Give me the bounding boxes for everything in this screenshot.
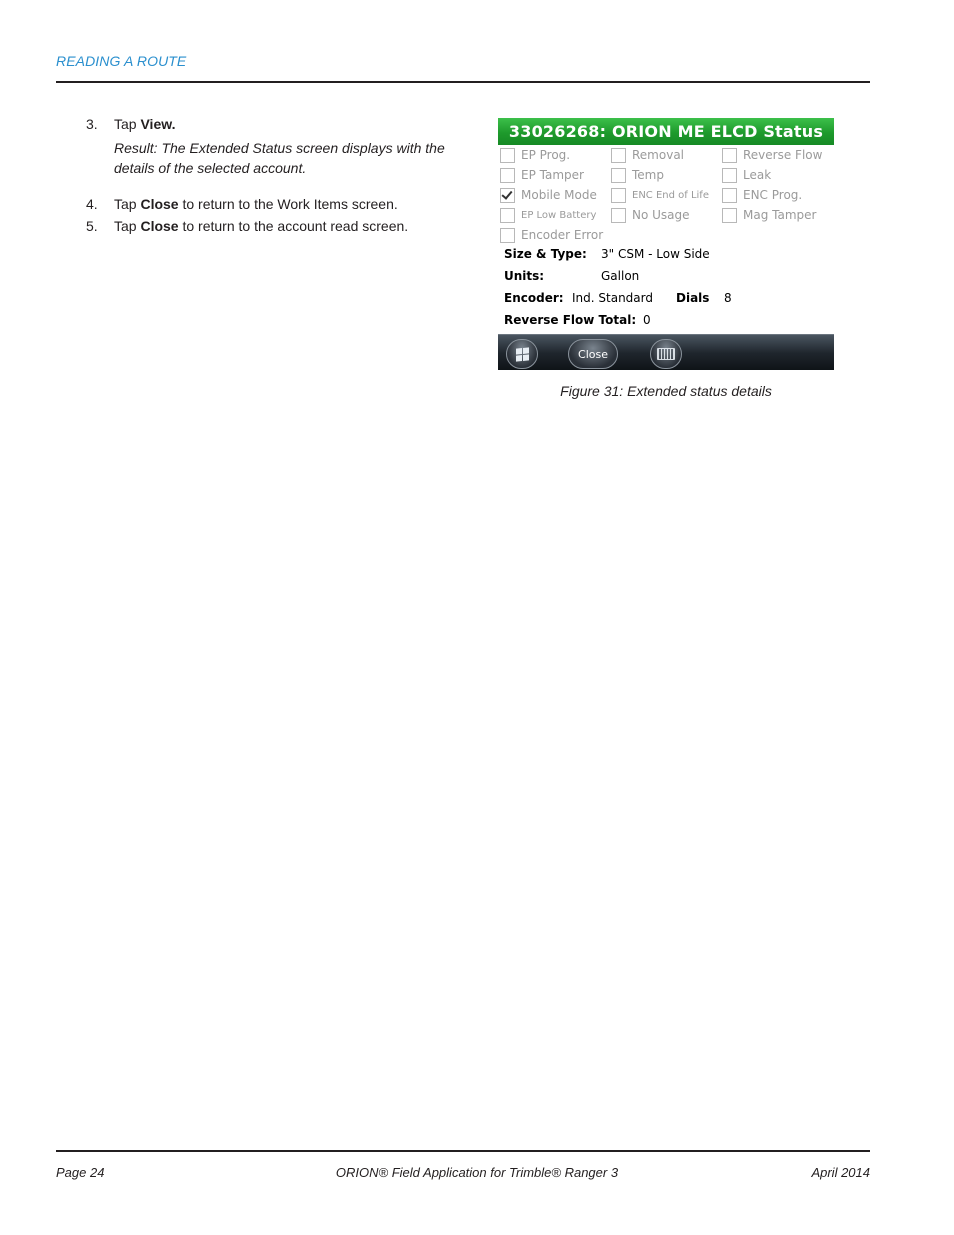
step-bold: View. — [140, 116, 176, 132]
checkbox-box[interactable] — [500, 227, 515, 243]
checkbox-box[interactable] — [722, 167, 737, 183]
checkbox-leak[interactable]: Leak — [722, 166, 771, 184]
checkbox-label: ENC Prog. — [743, 188, 803, 202]
figure-caption: Figure 31: Extended status details — [560, 383, 772, 399]
checkbox-label: Encoder Error — [521, 228, 604, 242]
size-type-label: Size & Type: — [504, 247, 587, 261]
reverse-flow-total-label: Reverse Flow Total: — [504, 313, 637, 327]
checkbox-label: EP Low Battery — [521, 209, 597, 221]
checkbox-no-usage[interactable]: No Usage — [611, 206, 690, 224]
checkbox-label: Removal — [632, 148, 685, 162]
checkbox-box[interactable] — [500, 167, 515, 183]
checkbox-box[interactable] — [722, 207, 737, 223]
section-title: READING A ROUTE — [56, 53, 187, 69]
size-type-value: 3" CSM - Low Side — [601, 247, 710, 261]
step-prefix: Tap — [114, 218, 141, 234]
checkbox-label: Temp — [632, 168, 664, 182]
step-prefix: Tap — [114, 196, 141, 212]
encoder-label: Encoder: — [504, 291, 564, 305]
step-text: Tap Close to return to the Work Items sc… — [114, 194, 398, 214]
checkbox-encoder-error[interactable]: Encoder Error — [500, 226, 603, 244]
checkbox-enc-end-of-life[interactable]: ENC End of Life — [611, 186, 709, 204]
step-number: 3. — [86, 116, 98, 132]
step-result: Result: The Extended Status screen displ… — [114, 140, 445, 176]
step-bold: Close — [140, 218, 179, 234]
checkbox-removal[interactable]: Removal — [611, 146, 684, 164]
units-value: Gallon — [601, 269, 640, 283]
windows-start-button[interactable] — [506, 339, 538, 369]
step-number: 4. — [86, 196, 98, 212]
units-label: Units: — [504, 269, 545, 283]
checkbox-enc-prog[interactable]: ENC Prog. — [722, 186, 802, 204]
dials-label: Dials — [676, 291, 710, 305]
checkbox-label: Mag Tamper — [743, 208, 817, 222]
checkbox-mag-tamper[interactable]: Mag Tamper — [722, 206, 816, 224]
checkbox-checked-box[interactable] — [500, 187, 515, 203]
step-number: 5. — [86, 218, 98, 234]
footer-rule — [56, 1150, 870, 1152]
checkbox-label: Reverse Flow — [743, 148, 823, 162]
step-prefix: Tap — [114, 116, 141, 132]
step-suffix: to return to the Work Items screen. — [178, 196, 398, 212]
checkbox-mobile-mode[interactable]: Mobile Mode — [500, 186, 597, 204]
checkbox-box[interactable] — [611, 187, 626, 203]
footer-date: April 2014 — [811, 1165, 870, 1180]
checkbox-label: EP Tamper — [521, 168, 584, 182]
checkbox-label: ENC End of Life — [632, 189, 709, 201]
checkbox-reverse-flow[interactable]: Reverse Flow — [722, 146, 822, 164]
checkbox-temp[interactable]: Temp — [611, 166, 664, 184]
checkbox-ep-tamper[interactable]: EP Tamper — [500, 166, 584, 184]
windows-start-icon — [515, 346, 529, 362]
checkbox-box[interactable] — [722, 147, 737, 163]
keyboard-button[interactable] — [650, 339, 682, 369]
step-bold: Close — [140, 196, 179, 212]
encoder-value: Ind. Standard — [572, 291, 653, 305]
reverse-flow-total-value: 0 — [643, 313, 651, 327]
step-suffix: to return to the account read screen. — [178, 218, 409, 234]
checkbox-ep-low-battery[interactable]: EP Low Battery — [500, 206, 596, 224]
step-text: Tap View. — [114, 114, 176, 134]
checkbox-label: EP Prog. — [521, 148, 571, 162]
checkbox-box[interactable] — [611, 147, 626, 163]
checkbox-box[interactable] — [500, 207, 515, 223]
checkbox-ep-prog[interactable]: EP Prog. — [500, 146, 570, 164]
close-button[interactable]: Close — [568, 339, 618, 369]
device-taskbar: Close — [498, 334, 834, 370]
device-screenshot: 33026268: ORION ME ELCD Status EP Prog. … — [498, 118, 834, 370]
step-text: Tap Close to return to the account read … — [114, 216, 408, 236]
checkbox-box[interactable] — [611, 167, 626, 183]
checkbox-box[interactable] — [500, 147, 515, 163]
checkbox-label: Leak — [743, 168, 772, 182]
checkbox-box[interactable] — [611, 207, 626, 223]
checkbox-box[interactable] — [722, 187, 737, 203]
device-title-bar: 33026268: ORION ME ELCD Status — [498, 118, 834, 145]
dials-value: 8 — [724, 291, 732, 305]
checkbox-label: No Usage — [632, 208, 690, 222]
header-rule — [56, 81, 870, 83]
keyboard-icon — [657, 348, 675, 360]
checkbox-label: Mobile Mode — [521, 188, 597, 202]
